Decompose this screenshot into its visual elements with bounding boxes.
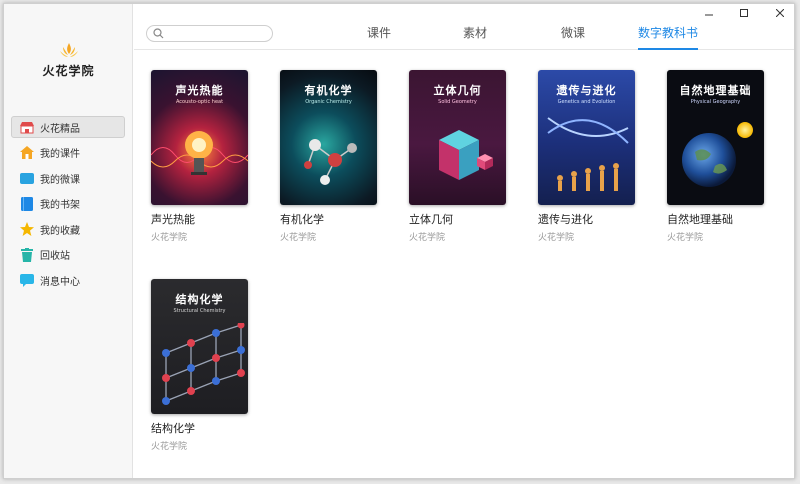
close-button[interactable] — [770, 6, 790, 20]
dna-illustration — [547, 117, 629, 191]
earth-illustration — [682, 122, 753, 187]
sidebar-item-featured[interactable]: 火花精品 — [11, 116, 125, 138]
home-icon — [20, 146, 34, 160]
book-grid: 声光热能 Acousto-optic heat 声光热能 火花学院 有机化学 O… — [134, 51, 794, 478]
book-card[interactable]: 立体几何 Solid Geometry 立体几何 火花学院 — [409, 70, 509, 243]
sidebar-item-label: 我的收藏 — [40, 225, 80, 237]
cover-subtitle: Structural Chemistry — [173, 308, 226, 314]
sidebar-item-label: 我的课件 — [40, 149, 80, 160]
sidebar-item-message-center[interactable]: 消息中心 — [11, 269, 125, 291]
book-cover[interactable]: 立体几何 Solid Geometry — [409, 70, 506, 205]
book-title[interactable]: 有机化学 — [280, 211, 380, 227]
cover-subtitle: Genetics and Evolution — [557, 99, 616, 105]
sidebar-item-my-favorites[interactable]: 我的收藏 — [11, 218, 125, 240]
book-publisher: 火花学院 — [409, 233, 446, 243]
book-cover[interactable]: 自然地理基础 Physical Geography — [667, 70, 764, 205]
book-card[interactable]: 声光热能 Acousto-optic heat 声光热能 火花学院 — [151, 70, 251, 243]
book-cover[interactable]: 声光热能 Acousto-optic heat — [151, 70, 248, 205]
book-publisher: 火花学院 — [667, 233, 704, 243]
app-name: 火花学院 — [42, 64, 95, 78]
search-input[interactable] — [146, 25, 273, 42]
book-title[interactable]: 遗传与进化 — [538, 211, 638, 227]
search-icon — [153, 28, 164, 39]
cover-subtitle: Organic Chemistry — [305, 99, 352, 105]
app-logo: 火花学院 — [4, 42, 133, 79]
cover-title: 声光热能 — [175, 84, 224, 97]
minimize-button[interactable] — [699, 6, 719, 20]
store-icon — [20, 120, 34, 134]
cover-subtitle: Physical Geography — [690, 99, 741, 105]
book-title[interactable]: 立体几何 — [409, 211, 509, 227]
star-icon — [20, 222, 34, 236]
book-cover[interactable]: 有机化学 Organic Chemistry — [280, 70, 377, 205]
book-cover[interactable]: 遗传与进化 Genetics and Evolution — [538, 70, 635, 205]
cover-title: 立体几何 — [433, 84, 482, 97]
app-window: 火花学院 火花精品 我的课件 我的微课 我的书架 我的收藏 回收站 消息中心 课… — [3, 3, 795, 479]
lightbulb-illustration — [151, 131, 248, 175]
flame-logo-icon — [59, 43, 78, 57]
sidebar-item-label: 消息中心 — [40, 276, 80, 288]
molecule-illustration — [304, 139, 357, 185]
sidebar-item-my-bookshelf[interactable]: 我的书架 — [11, 193, 125, 215]
book-title[interactable]: 声光热能 — [151, 211, 251, 227]
tab-digital-textbooks[interactable]: 数字教科书 — [638, 24, 698, 50]
book-card[interactable]: 自然地理基础 Physical Geography 自然地理基础 火花学院 — [667, 70, 767, 243]
cover-title: 自然地理基础 — [679, 84, 752, 97]
book-title[interactable]: 结构化学 — [151, 420, 251, 436]
cover-title: 结构化学 — [175, 293, 224, 306]
crystal-lattice-illustration — [162, 323, 245, 405]
book-card[interactable]: 遗传与进化 Genetics and Evolution 遗传与进化 火花学院 — [538, 70, 638, 243]
book-card[interactable]: 结构化学 Structural Chemistry 结构化学 火花学院 — [151, 279, 251, 452]
sidebar-item-label: 我的书架 — [40, 200, 80, 211]
book-publisher: 火花学院 — [151, 233, 188, 243]
sidebar-item-label: 火花精品 — [40, 123, 80, 135]
folder-icon — [20, 171, 34, 185]
book-publisher: 火花学院 — [538, 233, 575, 243]
close-icon — [776, 9, 784, 17]
sidebar-item-label: 回收站 — [40, 251, 70, 262]
cover-title: 有机化学 — [304, 84, 353, 97]
sidebar-item-recycle-bin[interactable]: 回收站 — [11, 244, 125, 266]
sidebar-item-label: 我的微课 — [40, 174, 80, 186]
book-publisher: 火花学院 — [151, 442, 188, 452]
message-icon — [20, 273, 34, 287]
cover-title: 遗传与进化 — [556, 84, 617, 97]
book-title[interactable]: 自然地理基础 — [667, 211, 767, 227]
cube-illustration — [439, 130, 493, 180]
minimize-icon — [705, 14, 713, 16]
sidebar-nav: 火花精品 我的课件 我的微课 我的书架 我的收藏 回收站 消息中心 — [11, 116, 125, 295]
maximize-icon — [740, 9, 748, 17]
cover-subtitle: Acousto-optic heat — [175, 99, 224, 105]
book-publisher: 火花学院 — [280, 233, 317, 243]
book-cover[interactable]: 结构化学 Structural Chemistry — [151, 279, 248, 414]
trash-icon — [20, 247, 34, 262]
book-card[interactable]: 有机化学 Organic Chemistry 有机化学 火花学院 — [280, 70, 380, 243]
tab-courseware[interactable]: 课件 — [364, 24, 394, 50]
tab-microlessons[interactable]: 微课 — [558, 24, 588, 50]
book-icon — [20, 196, 34, 211]
sidebar-item-my-courseware[interactable]: 我的课件 — [11, 142, 125, 164]
cover-subtitle: Solid Geometry — [438, 99, 477, 105]
sidebar-item-my-microlessons[interactable]: 我的微课 — [11, 167, 125, 189]
maximize-button[interactable] — [734, 6, 754, 20]
sidebar: 火花学院 火花精品 我的课件 我的微课 我的书架 我的收藏 回收站 消息中心 — [4, 4, 133, 478]
topbar: 课件 素材 微课 数字教科书 — [134, 4, 794, 50]
tab-materials[interactable]: 素材 — [460, 24, 490, 50]
